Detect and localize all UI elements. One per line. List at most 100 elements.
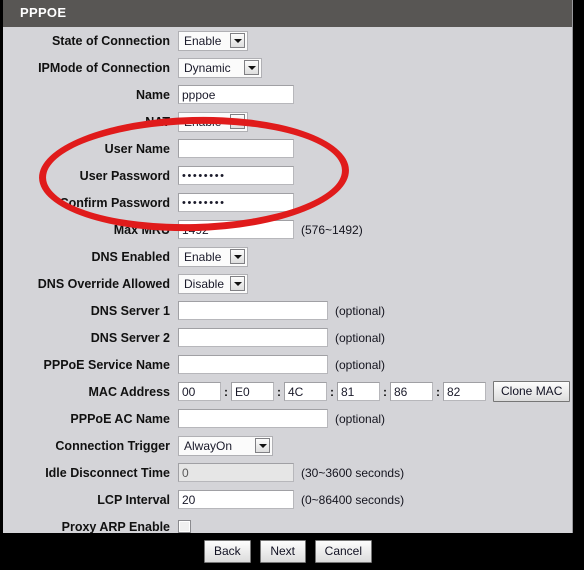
mac-octet-3-input[interactable] [284,382,327,401]
footer-button-bar: Back Next Cancel [3,533,573,570]
proxy-arp-enable-checkbox[interactable] [178,520,191,533]
control-connection-trigger: AlwayOn [178,435,273,456]
row-dns-server-2: DNS Server 2 (optional) [3,324,572,351]
row-mac-address: MAC Address : : : : : Clone MAC [3,378,572,405]
user-name-input[interactable] [178,139,294,158]
label-dns-server-1: DNS Server 1 [90,303,170,318]
pppoe-service-name-input[interactable] [178,355,328,374]
control-proxy-arp-enable [178,520,191,533]
label-confirm-password: Confirm Password [59,195,170,210]
idle-disconnect-time-input[interactable] [178,463,294,482]
screenshot-root: PPPOE State of Connection Enable IPMode … [0,0,584,570]
chevron-down-icon[interactable] [230,114,245,129]
row-connection-trigger: Connection Trigger AlwayOn [3,432,572,459]
mac-separator: : [383,384,387,399]
chevron-down-icon[interactable] [230,276,245,291]
chevron-down-icon[interactable] [230,33,245,48]
select-nat-value: Enable [184,114,222,129]
panel-titlebar: PPPOE [3,0,572,27]
mac-separator: : [277,384,281,399]
select-dns-override-allowed-value: Disable [184,276,225,291]
label-user-password: User Password [79,168,170,183]
label-nat: NAT [145,114,170,129]
control-user-name [178,139,294,158]
label-dns-override-allowed: DNS Override Allowed [37,276,170,291]
label-dns-server-2: DNS Server 2 [90,330,170,345]
row-state-of-connection: State of Connection Enable [3,27,572,54]
control-name [178,85,294,104]
row-pppoe-service-name: PPPoE Service Name (optional) [3,351,572,378]
name-input[interactable] [178,85,294,104]
row-user-password: User Password [3,162,572,189]
chevron-down-icon[interactable] [230,249,245,264]
row-lcp-interval: LCP Interval (0~86400 seconds) [3,486,572,513]
label-idle-disconnect-time: Idle Disconnect Time [45,465,170,480]
dns-server-2-input[interactable] [178,328,328,347]
mac-octet-2-input[interactable] [231,382,274,401]
select-dns-enabled-value: Enable [184,249,222,264]
label-pppoe-ac-name: PPPoE AC Name [70,411,170,426]
row-pppoe-ac-name: PPPoE AC Name (optional) [3,405,572,432]
confirm-password-input[interactable] [178,193,294,212]
control-max-mru: (576~1492) [178,220,363,239]
control-pppoe-ac-name: (optional) [178,409,385,428]
chevron-down-icon[interactable] [244,60,259,75]
select-dns-override-allowed[interactable]: Disable [178,273,248,294]
select-ipmode-of-connection[interactable]: Dynamic [178,57,262,78]
chevron-down-icon[interactable] [255,438,270,453]
user-password-input[interactable] [178,166,294,185]
mac-octet-4-input[interactable] [337,382,380,401]
control-dns-override-allowed: Disable [178,273,248,294]
next-button[interactable]: Next [259,540,306,563]
control-user-password [178,166,294,185]
mac-octet-5-input[interactable] [390,382,433,401]
cancel-button[interactable]: Cancel [314,540,373,563]
hint-lcp-interval: (0~86400 seconds) [301,492,405,507]
select-ipmode-of-connection-value: Dynamic [184,60,231,75]
mac-octet-6-input[interactable] [443,382,486,401]
row-dns-server-1: DNS Server 1 (optional) [3,297,572,324]
select-state-of-connection[interactable]: Enable [178,30,248,51]
label-state-of-connection: State of Connection [51,33,170,48]
select-connection-trigger[interactable]: AlwayOn [178,435,273,456]
select-connection-trigger-value: AlwayOn [184,438,233,453]
page-title: PPPOE [20,5,67,20]
row-ipmode-of-connection: IPMode of Connection Dynamic [3,54,572,81]
control-confirm-password [178,193,294,212]
dns-server-1-input[interactable] [178,301,328,320]
clone-mac-button[interactable]: Clone MAC [493,381,571,402]
mac-separator: : [330,384,334,399]
label-proxy-arp-enable: Proxy ARP Enable [61,519,170,534]
control-mac-address: : : : : : Clone MAC [178,381,571,402]
label-ipmode-of-connection: IPMode of Connection [38,60,170,75]
hint-dns-server-2: (optional) [335,330,386,345]
row-max-mru: Max MRU (576~1492) [3,216,572,243]
row-confirm-password: Confirm Password [3,189,572,216]
mac-separator: : [224,384,228,399]
pppoe-ac-name-input[interactable] [178,409,328,428]
label-pppoe-service-name: PPPoE Service Name [43,357,170,372]
select-nat[interactable]: Enable [178,111,248,132]
mac-octet-1-input[interactable] [178,382,221,401]
control-nat: Enable [178,111,248,132]
hint-dns-server-1: (optional) [335,303,386,318]
label-lcp-interval: LCP Interval [97,492,170,507]
row-idle-disconnect-time: Idle Disconnect Time (30~3600 seconds) [3,459,572,486]
row-user-name: User Name [3,135,572,162]
max-mru-input[interactable] [178,220,294,239]
pppoe-settings-panel: PPPOE State of Connection Enable IPMode … [3,0,573,534]
control-lcp-interval: (0~86400 seconds) [178,490,404,509]
label-mac-address: MAC Address [88,384,171,399]
label-dns-enabled: DNS Enabled [91,249,171,264]
back-button[interactable]: Back [203,540,251,563]
hint-idle-disconnect-time: (30~3600 seconds) [301,465,405,480]
select-dns-enabled[interactable]: Enable [178,246,248,267]
row-nat: NAT Enable [3,108,572,135]
label-max-mru: Max MRU [113,222,170,237]
control-state-of-connection: Enable [178,30,248,51]
hint-max-mru: (576~1492) [301,222,363,237]
lcp-interval-input[interactable] [178,490,294,509]
control-dns-server-2: (optional) [178,328,385,347]
control-dns-server-1: (optional) [178,301,385,320]
hint-pppoe-ac-name: (optional) [335,411,386,426]
